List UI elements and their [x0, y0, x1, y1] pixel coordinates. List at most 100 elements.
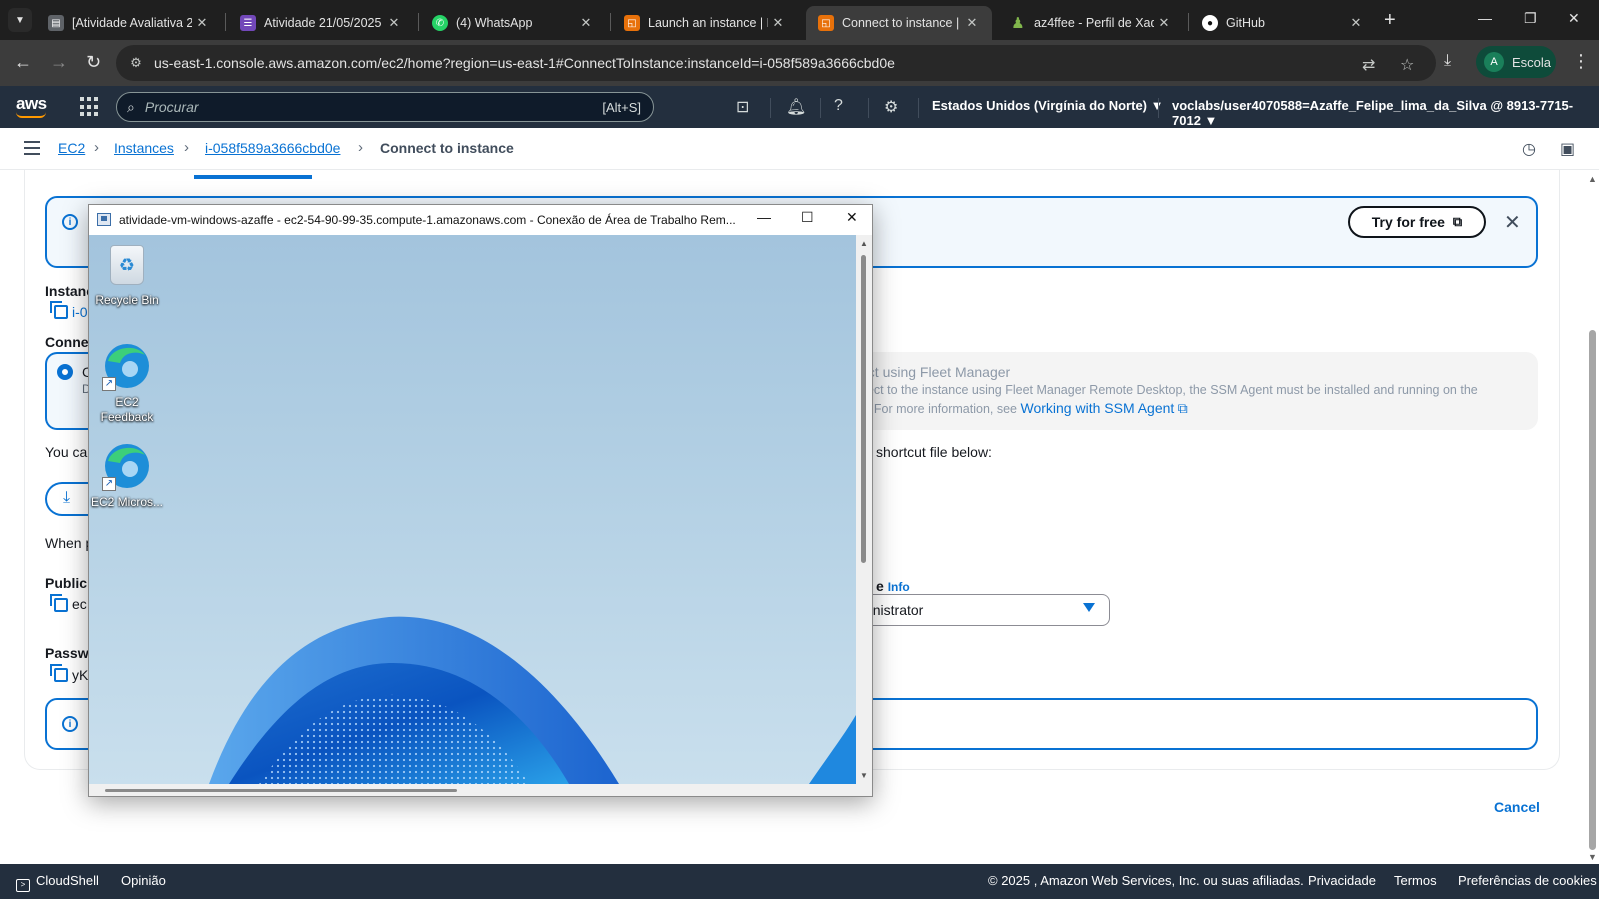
instance-id-link[interactable]: i-0 — [72, 304, 88, 320]
fleet-manager-title: ect using Fleet Manager — [860, 364, 1011, 380]
cloudshell-icon[interactable]: ⊡ — [736, 97, 749, 117]
cloudshell-link[interactable]: > CloudShell — [16, 873, 99, 892]
copyright-text: © 2025 , Amazon Web Services, Inc. ou su… — [988, 873, 1304, 888]
settings-gear-icon[interactable]: ⚙ — [884, 97, 898, 117]
menu-hamburger-icon[interactable] — [24, 141, 40, 155]
back-icon[interactable]: ← — [14, 52, 32, 73]
region-selector[interactable]: Estados Unidos (Virgínia do Norte) ▼ — [932, 98, 1163, 113]
help-icon[interactable]: ? — [834, 97, 843, 115]
browser-tab[interactable]: ● GitHub ✕ — [1190, 6, 1376, 40]
cookie-preferences-link[interactable]: Preferências de cookies — [1458, 873, 1597, 888]
rdp-title-bar[interactable]: atividade-vm-windows-azaffe - ec2-54-90-… — [89, 205, 872, 235]
copy-icon[interactable] — [50, 594, 68, 612]
avatar: A — [1484, 52, 1504, 72]
chevron-right-icon: › — [358, 139, 363, 156]
tab-close-icon[interactable]: ✕ — [1154, 15, 1174, 31]
info-icon: i — [62, 214, 78, 230]
tab-close-icon[interactable]: ✕ — [962, 15, 982, 31]
browser-tab[interactable]: ▤ [Atividade Avaliativa 2] ✕ — [36, 6, 222, 40]
screen-notes-icon[interactable]: ▣ — [1560, 139, 1575, 159]
scroll-down-icon[interactable]: ▼ — [860, 771, 868, 780]
breadcrumb-ec2[interactable]: EC2 — [58, 140, 85, 156]
copy-icon[interactable] — [50, 301, 68, 319]
scrollbar-thumb[interactable] — [861, 255, 866, 563]
external-link-icon: ⧉ — [1452, 214, 1463, 229]
account-menu[interactable]: voclabs/user4070588=Azaffe_Felipe_lima_d… — [1172, 98, 1599, 128]
maximize-icon[interactable]: ☐ — [801, 209, 814, 226]
terms-link[interactable]: Termos — [1394, 873, 1437, 888]
radio-selected[interactable] — [57, 364, 73, 380]
tab-close-icon[interactable]: ✕ — [384, 15, 404, 31]
browser-toolbar: ← → ↻ ⚙ us-east-1.console.aws.amazon.com… — [0, 40, 1599, 86]
windows-bloom-wallpaper — [209, 616, 856, 784]
scroll-up-icon[interactable]: ▲ — [1588, 174, 1597, 184]
scroll-up-icon[interactable]: ▲ — [860, 239, 868, 248]
username-label: e Info — [876, 578, 910, 594]
new-tab-icon[interactable]: + — [1384, 9, 1396, 32]
close-icon[interactable]: ✕ — [1504, 210, 1521, 235]
copy-icon[interactable] — [50, 664, 68, 682]
aws-icon: ◱ — [624, 15, 640, 31]
browser-tab[interactable]: ♟ az4ffee - Perfil de Xadr ✕ — [998, 6, 1184, 40]
address-bar[interactable]: ⚙ us-east-1.console.aws.amazon.com/ec2/h… — [116, 45, 1436, 81]
tab-close-icon[interactable]: ✕ — [1346, 15, 1366, 31]
scrollbar-thumb[interactable] — [105, 789, 457, 792]
caret-down-icon — [1083, 603, 1095, 612]
browser-tab[interactable]: ✆ (4) WhatsApp ✕ — [420, 6, 606, 40]
username-select[interactable]: ministrator — [852, 594, 1110, 626]
desktop-icon-recycle-bin[interactable]: ♻ Recycle Bin — [89, 245, 165, 308]
page-scrollbar[interactable]: ▲ ▼ — [1587, 170, 1599, 864]
aws-search-input[interactable]: ⌕ Procurar [Alt+S] — [116, 92, 654, 122]
remote-desktop-view[interactable]: ♻ Recycle Bin ↗ EC2 Feedback ↗ EC2 Micro… — [89, 235, 856, 784]
feedback-link[interactable]: Opinião — [121, 873, 166, 888]
timer-icon[interactable]: ◷ — [1522, 139, 1536, 159]
desktop-icon-ec2-microsoft[interactable]: ↗ EC2 Micros... — [89, 441, 165, 510]
scroll-down-icon[interactable]: ▼ — [1588, 852, 1597, 862]
reload-icon[interactable]: ↻ — [86, 52, 101, 73]
url-text: us-east-1.console.aws.amazon.com/ec2/hom… — [154, 55, 895, 71]
translate-icon[interactable]: ⇄ — [1362, 55, 1375, 75]
rdp-vertical-scrollbar[interactable]: ▲ ▼ — [856, 235, 872, 784]
download-icon[interactable]: ⤓ — [1444, 52, 1451, 70]
minimize-icon[interactable]: — — [757, 209, 771, 225]
desktop-icon-ec2-feedback[interactable]: ↗ EC2 Feedback — [89, 341, 165, 425]
browser-tab[interactable]: ◱ Launch an instance | E ✕ — [612, 6, 798, 40]
tab-close-icon[interactable]: ✕ — [576, 15, 596, 31]
notifications-bell-icon[interactable]: 🔔︎ — [786, 97, 806, 117]
aws-icon: ◱ — [818, 15, 834, 31]
aws-logo[interactable]: aws — [16, 94, 47, 118]
services-grid-icon[interactable] — [80, 97, 100, 117]
rdp-window-title: atividade-vm-windows-azaffe - ec2-54-90-… — [119, 213, 736, 227]
scrollbar-thumb[interactable] — [1589, 330, 1596, 850]
cancel-button[interactable]: Cancel — [1494, 799, 1540, 815]
doc-icon: ▤ — [48, 15, 64, 31]
try-for-free-button[interactable]: Try for free ⧉ — [1348, 206, 1486, 238]
browser-tab[interactable]: ☰ Atividade 21/05/2025 ✕ — [228, 6, 414, 40]
bookmark-star-icon[interactable]: ☆ — [1400, 55, 1414, 75]
close-icon[interactable]: ✕ — [846, 209, 858, 226]
close-window-icon[interactable]: ✕ — [1568, 10, 1580, 27]
tab-search-chevron-icon[interactable]: ▼ — [8, 8, 32, 32]
forward-icon[interactable]: → — [50, 52, 68, 73]
rdp-horizontal-scrollbar[interactable] — [89, 784, 856, 796]
profile-label: Escola — [1512, 54, 1552, 70]
tab-close-icon[interactable]: ✕ — [768, 15, 788, 31]
shortcut-arrow-icon: ↗ — [102, 377, 116, 391]
privacy-link[interactable]: Privacidade — [1308, 873, 1376, 888]
breadcrumb-instance-id[interactable]: i-058f589a3666cbd0e — [205, 140, 340, 156]
breadcrumb-instances[interactable]: Instances — [114, 140, 174, 156]
minimize-icon[interactable]: — — [1478, 10, 1492, 26]
more-menu-icon[interactable]: ⋮ — [1572, 51, 1590, 72]
external-link-icon: ⧉ — [1177, 400, 1188, 416]
edge-browser-icon: ↗ — [102, 341, 152, 391]
profile-button[interactable]: A Escola — [1476, 46, 1556, 78]
restore-icon[interactable]: ❐ — [1524, 10, 1537, 27]
tab-close-icon[interactable]: ✕ — [192, 15, 212, 31]
breadcrumb: EC2 › Instances › i-058f589a3666cbd0e › … — [0, 128, 1599, 170]
info-link[interactable]: Info — [888, 580, 910, 594]
remote-desktop-window[interactable]: atividade-vm-windows-azaffe - ec2-54-90-… — [88, 204, 873, 797]
search-icon: ⌕ — [127, 98, 135, 115]
browser-tab-active[interactable]: ◱ Connect to instance | E ✕ — [806, 6, 992, 40]
site-settings-icon[interactable]: ⚙ — [124, 55, 148, 71]
ssm-agent-link[interactable]: Working with SSM Agent — [1021, 400, 1175, 416]
